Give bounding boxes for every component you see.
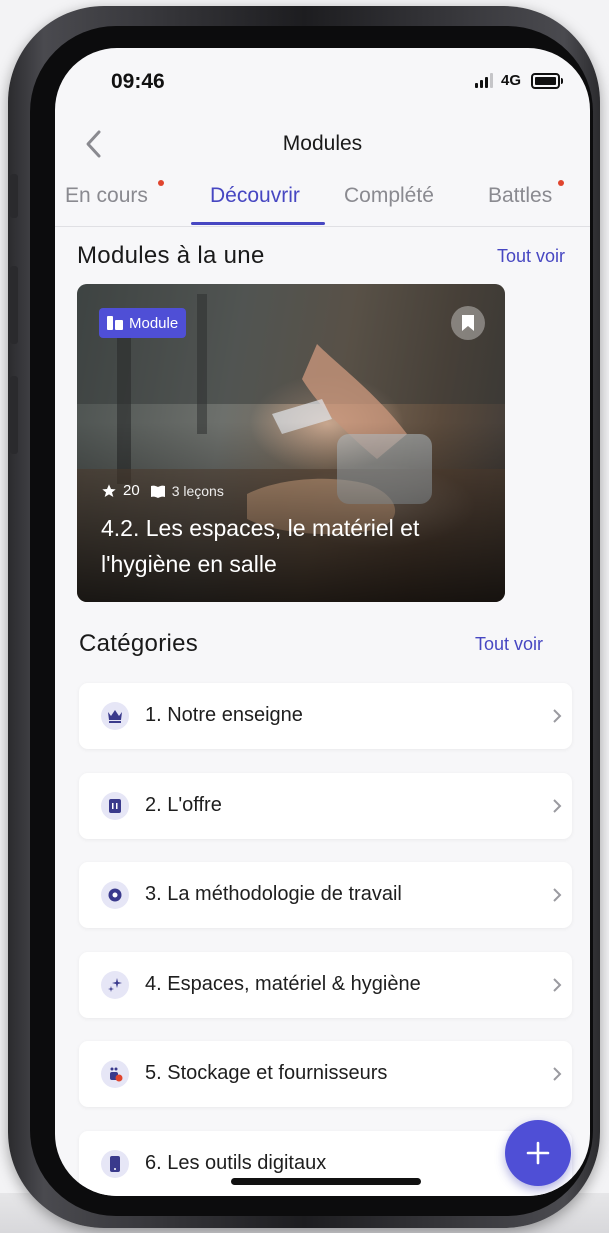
bookmark-button[interactable] — [451, 306, 485, 340]
supplies-icon — [101, 1060, 129, 1088]
module-badge: Module — [99, 308, 187, 338]
plus-icon — [526, 1141, 550, 1165]
card-title: 4.2. Les espaces, le matériel et l'hygiè… — [101, 515, 420, 577]
category-label: 5. Stockage et fournisseurs — [145, 1062, 388, 1084]
category-item[interactable]: 4. Espaces, matériel & hygiène — [79, 952, 572, 1018]
star-icon — [102, 483, 116, 497]
tab-label: Complété — [344, 184, 434, 207]
featured-see-all-link[interactable]: Tout voir — [497, 246, 565, 267]
star-count: 20 — [123, 482, 140, 499]
category-item[interactable]: 3. La méthodologie de travail — [79, 862, 572, 928]
categories-section-title: Catégories — [79, 630, 199, 657]
notification-dot — [558, 180, 564, 186]
category-item[interactable]: 2. L'offre — [79, 773, 572, 839]
featured-module-card[interactable]: Module 20 3 leçons 4.2. Les espaces, le … — [77, 284, 505, 602]
tab-en-cours[interactable]: En cours — [65, 184, 148, 208]
binoculars-icon — [107, 316, 123, 330]
menu-card-icon — [101, 792, 129, 820]
crown-icon — [101, 702, 129, 730]
sparkles-icon — [101, 971, 129, 999]
tab-label: En cours — [65, 184, 148, 207]
phone-icon — [101, 1150, 129, 1178]
tab-battles[interactable]: Battles — [488, 184, 552, 208]
notification-dot — [158, 180, 164, 186]
featured-section-title: Modules à la une — [77, 242, 265, 269]
chevron-right-icon — [553, 799, 562, 813]
tab-bar: En cours Découvrir Complété Battles — [55, 168, 590, 227]
battery-icon — [531, 72, 563, 89]
category-label: 4. Espaces, matériel & hygiène — [145, 973, 421, 995]
network-type: 4G — [500, 72, 521, 89]
home-indicator[interactable] — [231, 1178, 421, 1185]
phone-frame: 09:46 4G Modules En cours Découvrir Comp… — [8, 6, 600, 1228]
category-label: 6. Les outils digitaux — [145, 1152, 327, 1174]
tab-decouvrir[interactable]: Découvrir — [210, 184, 300, 208]
category-label: 2. L'offre — [145, 794, 222, 816]
card-meta: 20 3 leçons — [101, 482, 224, 499]
mute-switch — [10, 174, 18, 218]
lesson-count: 3 leçons — [171, 482, 224, 499]
gear-icon — [101, 881, 129, 909]
tab-complete[interactable]: Complété — [344, 184, 434, 208]
category-item[interactable]: 1. Notre enseigne — [79, 683, 572, 749]
volume-down-button — [10, 376, 18, 454]
category-label: 1. Notre enseigne — [145, 704, 303, 726]
add-button[interactable] — [505, 1120, 571, 1186]
chevron-right-icon — [553, 709, 562, 723]
tab-label: Battles — [488, 184, 553, 207]
chevron-right-icon — [553, 888, 562, 902]
page-title: Modules — [282, 132, 363, 155]
category-label: 3. La méthodologie de travail — [145, 883, 402, 905]
categories-see-all-link[interactable]: Tout voir — [475, 634, 543, 655]
category-item[interactable]: 6. Les outils digitaux — [79, 1131, 572, 1196]
status-time: 09:46 — [111, 70, 165, 93]
category-item[interactable]: 5. Stockage et fournisseurs — [79, 1041, 572, 1107]
badge-label: Module — [129, 314, 179, 332]
chevron-right-icon — [553, 978, 562, 992]
signal-icon — [474, 73, 493, 88]
volume-up-button — [10, 266, 18, 344]
active-tab-indicator — [191, 222, 325, 225]
chevron-right-icon — [553, 1067, 562, 1081]
bookmark-icon — [462, 315, 474, 331]
book-icon — [150, 485, 165, 498]
tab-label: Découvrir — [210, 184, 300, 207]
app-screen: 09:46 4G Modules En cours Découvrir Comp… — [55, 48, 590, 1196]
status-indicators: 4G — [474, 72, 563, 89]
